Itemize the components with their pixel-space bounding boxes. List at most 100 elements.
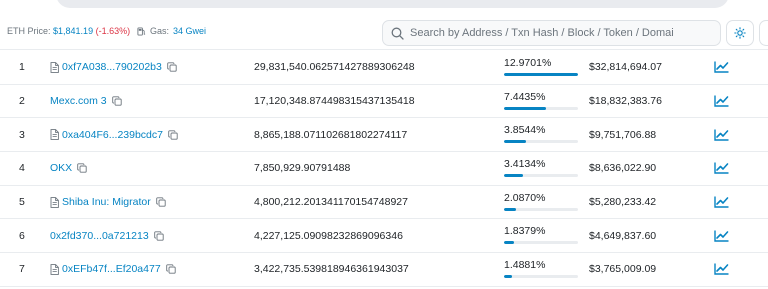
address-link[interactable]: 0x2fd370...0a721213 [50,230,149,242]
percentage-cell: 2.0870% [504,186,578,219]
percentage-bar-fill [504,140,526,144]
contract-icon [50,264,59,275]
copy-icon[interactable] [164,264,176,275]
analytics-chart-icon[interactable] [714,95,729,107]
eth-price-value[interactable]: $1,841.19 [53,26,93,36]
address-cell: 0x2fd370...0a721213 [50,219,164,252]
table-row: 5 Shiba Inu: Migrator 4,800,212.2013411701… [0,186,768,220]
percentage-bar-fill [504,72,578,76]
percentage-bar [504,72,578,76]
percentage-value: 12.9701% [504,56,552,69]
address-link[interactable]: 0xf7A038...790202b3 [62,61,162,73]
percentage-bar-fill [504,207,516,211]
percentage-value: 3.4134% [504,157,546,170]
copy-icon[interactable] [165,62,177,72]
analytics-cell [714,253,729,286]
percentage-cell: 3.4134% [504,152,578,185]
copy-icon[interactable] [154,197,166,207]
quantity-cell: 7,850,929.90791488 [254,162,351,175]
value-cell: $4,649,837.60 [589,229,657,242]
copy-icon[interactable] [152,231,164,241]
theme-toggle-button[interactable] [726,20,754,46]
percentage-value: 3.8544% [504,124,546,137]
analytics-chart-icon[interactable] [714,196,729,208]
analytics-chart-icon[interactable] [714,162,729,175]
eth-price: ETH Price: $1,841.19 (-1.63%) [7,26,130,36]
search-box[interactable] [382,20,721,46]
address-link[interactable]: Shiba Inu: Migrator [62,196,151,208]
top-strip [0,0,768,14]
analytics-cell [714,85,729,118]
holders-table: 1 0xf7A038...790202b3 29,831,540.062571427… [0,51,768,287]
percentage-bar [504,207,578,211]
eth-price-change: (-1.63%) [95,26,131,36]
gas-label: Gas: [150,26,170,36]
percentage-value: 1.4881% [504,258,546,271]
gas-price: Gas: 34 Gwei [137,26,206,36]
address-cell: OKX [50,152,87,185]
percentage-value: 2.0870% [504,191,546,204]
analytics-chart-icon[interactable] [714,61,729,74]
rank-cell: 7 [19,263,25,276]
percentage-cell: 12.9701% [504,51,578,84]
address-cell: 0xf7A038...790202b3 [50,51,177,84]
percentage-bar-fill [504,274,513,278]
value-cell: $3,765,009.09 [589,263,657,276]
rank-cell: 2 [19,95,25,108]
top-banner [56,0,729,8]
rank-cell: 6 [19,229,25,242]
percentage-bar-fill [504,241,515,245]
percentage-bar-fill [504,173,524,177]
search-icon [391,27,404,40]
value-cell: $5,280,233.42 [589,196,657,209]
analytics-chart-icon[interactable] [714,129,729,141]
contract-icon [50,196,59,208]
quantity-cell: 4,227,125.09098232869096346 [254,229,403,242]
percentage-bar [504,241,578,245]
address-link[interactable]: 0xa404F6...239bcdc7 [62,129,163,141]
gas-value[interactable]: 34 Gwei [173,26,206,36]
table-row: 3 0xa404F6...239bcdc7 8,865,188.0711026818… [0,118,768,153]
value-cell: $9,751,706.88 [589,128,657,141]
table-row: 2 Mexc.com 3 17,120,348.874498315437135418… [0,85,768,119]
quantity-cell: 17,120,348.874498315437135418 [254,95,415,108]
copy-icon[interactable] [166,130,178,140]
percentage-cell: 1.8379% [504,219,578,252]
analytics-cell [714,152,729,185]
contract-icon [50,129,59,141]
rank-cell: 4 [19,162,25,175]
copy-icon[interactable] [110,96,122,106]
quantity-cell: 3,422,735.539818946361943037 [254,263,409,276]
value-cell: $32,814,694.07 [589,61,662,74]
analytics-chart-icon[interactable] [714,230,729,242]
percentage-cell: 1.4881% [504,253,578,286]
table-row: 7 0xEFb47f...Ef20a477 3,422,735.5398189463… [0,253,768,287]
value-cell: $18,832,383.76 [589,95,662,108]
address-cell: Shiba Inu: Migrator [50,186,166,219]
eth-price-label: ETH Price: [7,26,51,36]
gas-pump-icon [137,26,146,36]
table-row: 6 0x2fd370...0a721213 4,227,125.0909823286… [0,219,768,254]
analytics-chart-icon[interactable] [714,263,729,276]
address-link[interactable]: 0xEFb47f...Ef20a477 [62,263,161,275]
analytics-cell [714,118,729,151]
sun-icon [734,27,746,39]
contract-icon [50,61,59,73]
rank-cell: 5 [19,196,25,209]
analytics-cell [714,51,729,84]
percentage-value: 7.4435% [504,90,546,103]
rank-cell: 1 [19,61,25,74]
copy-icon[interactable] [75,163,87,174]
search-input[interactable] [410,27,720,39]
header-menu-button[interactable] [759,20,768,46]
percentage-bar-fill [504,106,547,110]
rank-cell: 3 [19,128,25,141]
address-link[interactable]: Mexc.com 3 [50,95,107,107]
percentage-cell: 3.8544% [504,118,578,151]
address-link[interactable]: OKX [50,162,72,174]
table-row: 1 0xf7A038...790202b3 29,831,540.062571427… [0,51,768,85]
analytics-cell [714,219,729,252]
percentage-value: 1.8379% [504,225,546,238]
analytics-cell [714,186,729,219]
percentage-cell: 7.4435% [504,85,578,118]
